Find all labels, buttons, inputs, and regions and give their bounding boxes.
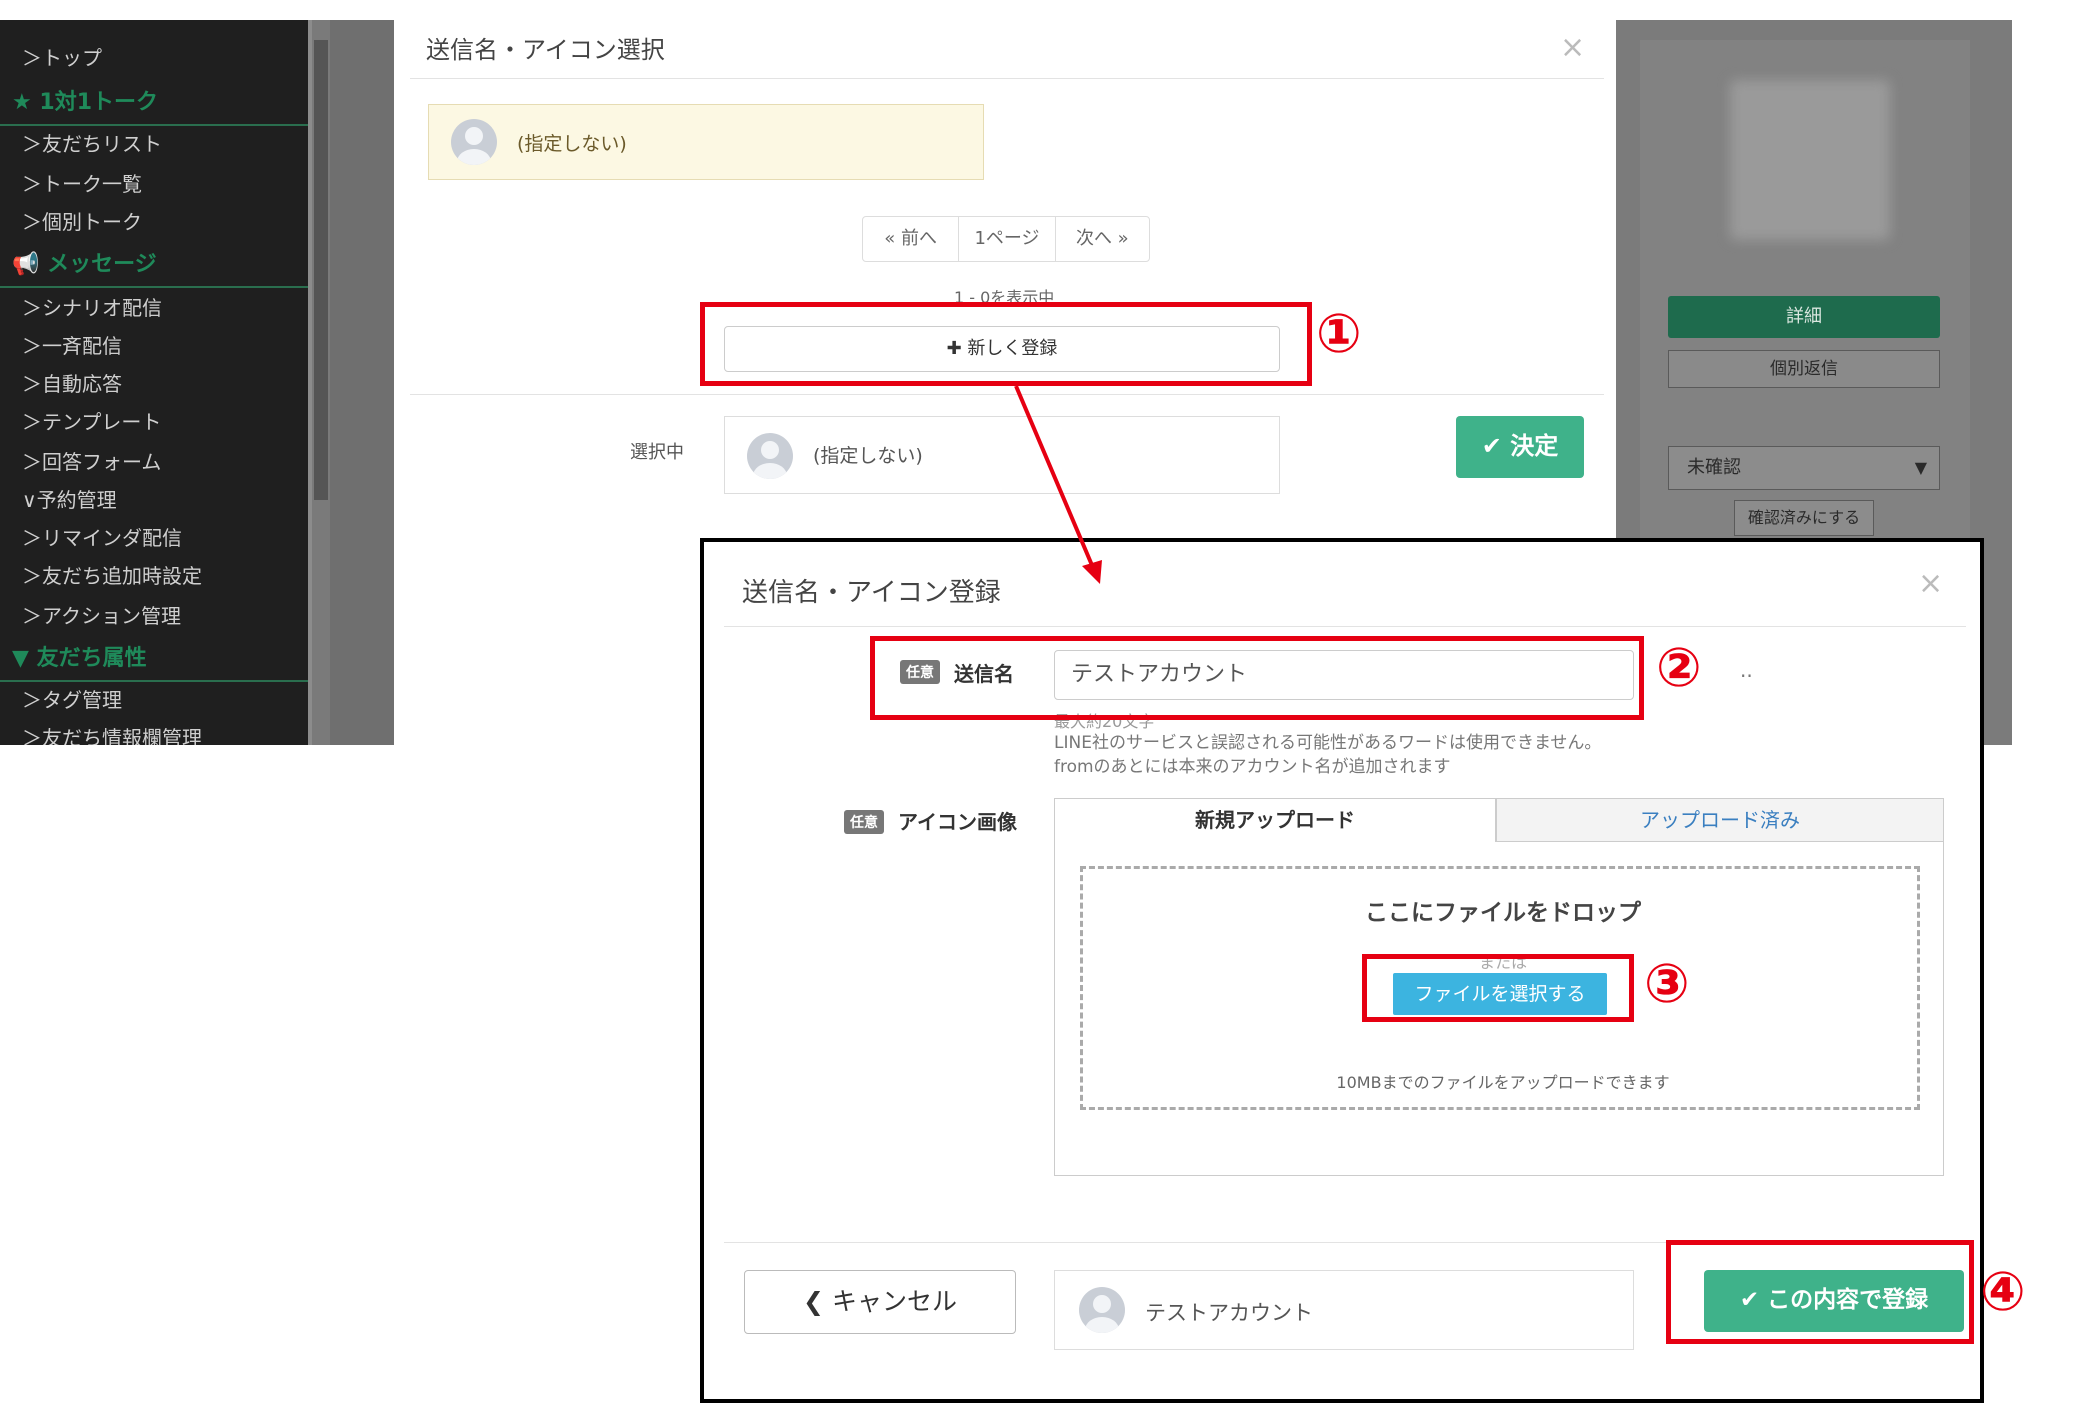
arrow-line [1014,385,1096,571]
annotation-arrow [1014,385,1102,584]
arrow-head [1082,560,1102,584]
